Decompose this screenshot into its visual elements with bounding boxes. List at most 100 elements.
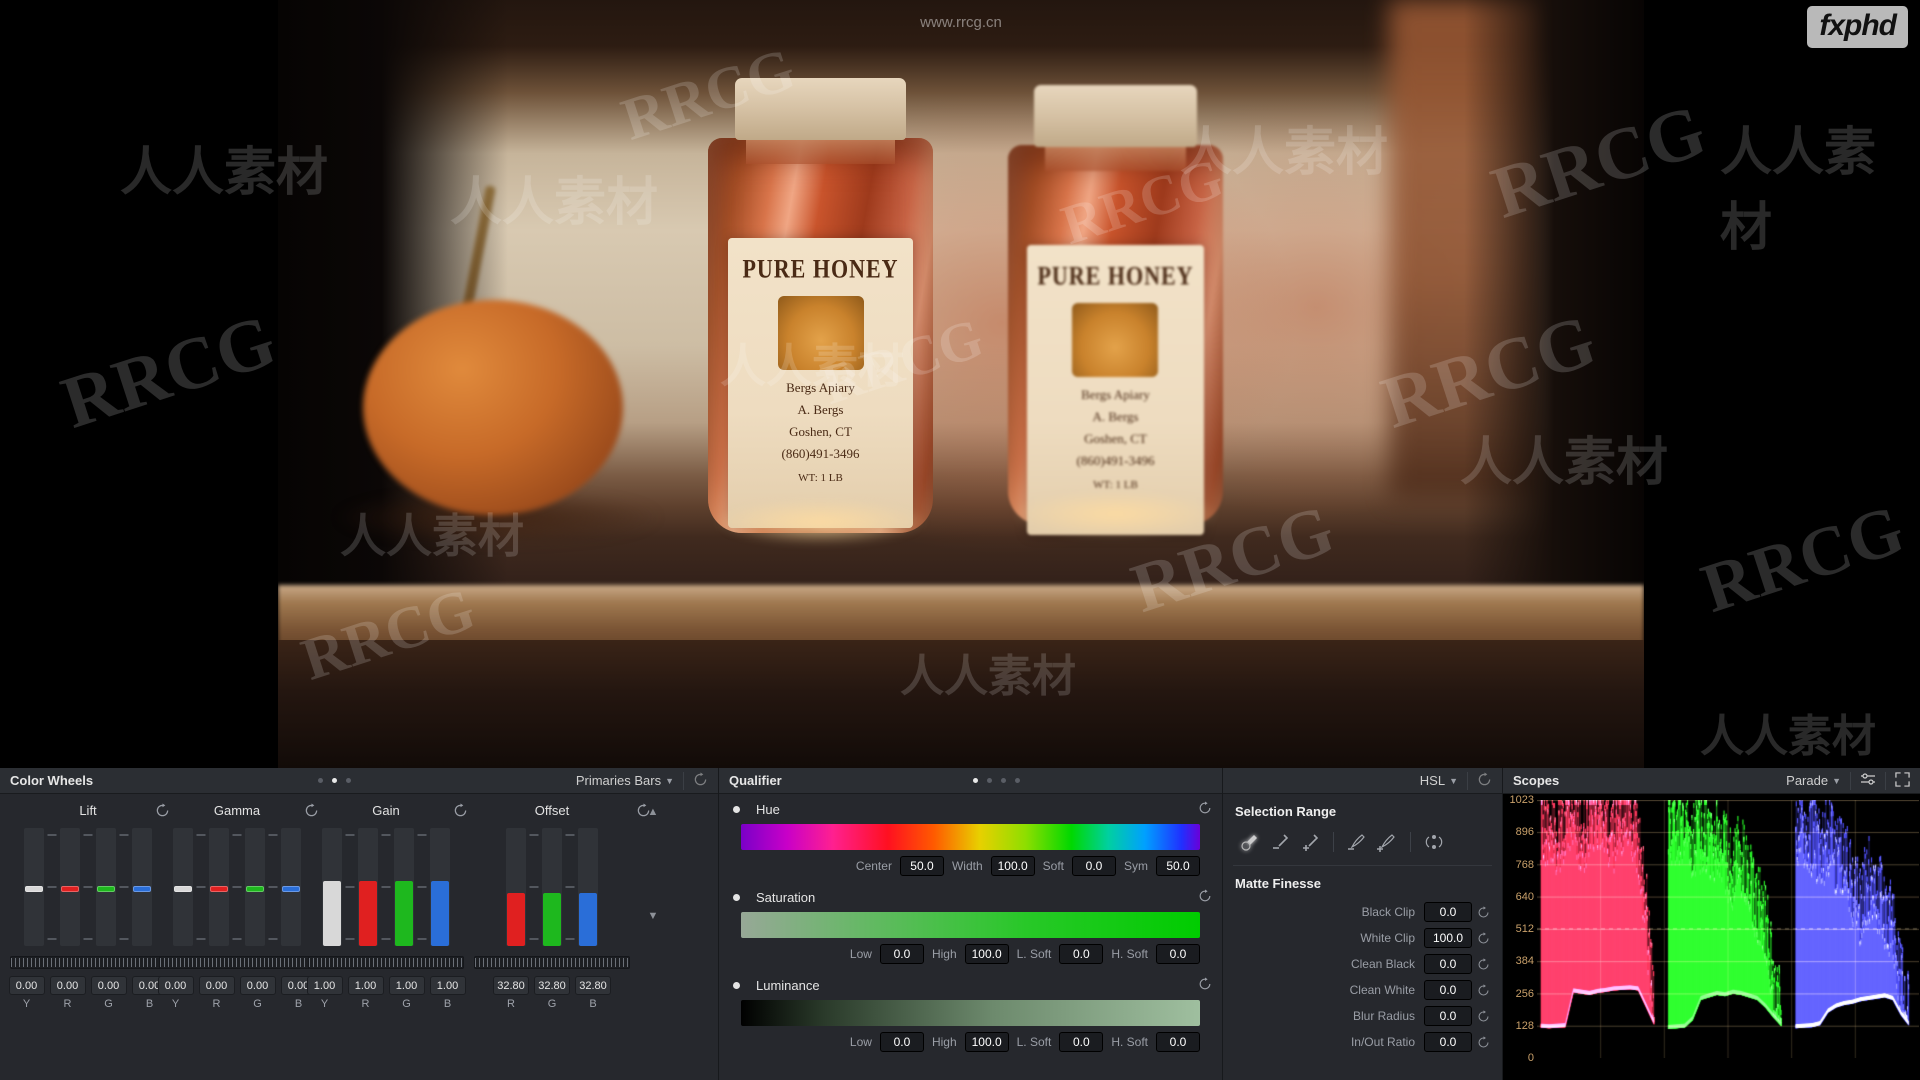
enable-dot-icon[interactable]	[733, 981, 740, 989]
eyedropper-plus-icon[interactable]	[1295, 829, 1325, 855]
field-value[interactable]: 100.0	[964, 1032, 1009, 1052]
page-dot[interactable]	[345, 778, 351, 783]
hue-gradient-slider[interactable]	[741, 824, 1200, 850]
brush-plus-icon[interactable]	[1372, 829, 1402, 855]
parade-scope-graph[interactable]: 1023 896 768 640 512 384 256 128 0	[1503, 794, 1920, 1080]
value-field[interactable]: 32.80	[575, 976, 611, 995]
bar-slider[interactable]	[358, 828, 378, 946]
field-value[interactable]: 0.0	[1072, 856, 1116, 876]
qualifier-page-dots[interactable]	[973, 778, 1021, 783]
matte-value[interactable]: 0.0	[1424, 902, 1472, 922]
invert-selection-icon[interactable]	[1419, 829, 1449, 855]
enable-dot-icon[interactable]	[733, 893, 740, 901]
reset-all-icon[interactable]	[693, 771, 708, 790]
field-value[interactable]: 0.0	[1059, 1032, 1104, 1052]
matte-value[interactable]: 0.0	[1424, 954, 1472, 974]
reset-icon[interactable]	[1198, 976, 1212, 994]
reset-icon[interactable]	[1472, 983, 1494, 997]
primaries-bars-selector[interactable]: Primaries Bars ▼	[576, 773, 674, 788]
qualifier-row-luminance[interactable]: Luminance	[719, 970, 1222, 1000]
color-wheels-panel: Color Wheels Primaries Bars ▼ Lift 0.00 0.…	[0, 768, 718, 1080]
chevron-up-icon[interactable]: ▲	[648, 806, 659, 818]
bar-slider[interactable]	[209, 828, 229, 946]
reset-icon[interactable]	[1472, 905, 1494, 919]
field-value[interactable]: 50.0	[1156, 856, 1200, 876]
value-field[interactable]: 0.00	[49, 976, 86, 995]
color-wheels-page-dots[interactable]	[317, 778, 351, 783]
saturation-gradient-slider[interactable]	[741, 912, 1200, 938]
master-slider[interactable]	[10, 956, 166, 969]
qualifier-row-hue[interactable]: Hue	[719, 794, 1222, 824]
value-field[interactable]: 0.00	[8, 976, 45, 995]
brush-minus-icon[interactable]	[1342, 829, 1372, 855]
field-value[interactable]: 50.0	[899, 856, 944, 876]
value-field[interactable]: 1.00	[347, 976, 384, 995]
field-value[interactable]: 0.0	[879, 944, 924, 964]
value-field[interactable]: 32.80	[493, 976, 529, 995]
page-dot[interactable]	[317, 778, 323, 783]
matte-value[interactable]: 100.0	[1424, 928, 1472, 948]
master-slider[interactable]	[159, 956, 315, 969]
master-slider[interactable]	[308, 956, 464, 969]
value-field[interactable]: 1.00	[306, 976, 343, 995]
value-field[interactable]: 0.00	[157, 976, 194, 995]
bar-slider[interactable]	[542, 828, 562, 946]
value-field[interactable]: 32.80	[534, 976, 570, 995]
matte-value[interactable]: 0.0	[1424, 1032, 1472, 1052]
luminance-gradient-slider[interactable]	[741, 1000, 1200, 1026]
value-field[interactable]: 1.00	[388, 976, 425, 995]
field-value[interactable]: 100.0	[964, 944, 1009, 964]
matte-value[interactable]: 0.0	[1424, 980, 1472, 1000]
master-slider[interactable]	[474, 956, 630, 969]
scope-tick-label: 128	[1515, 1019, 1534, 1032]
matte-value[interactable]: 0.0	[1424, 1006, 1472, 1026]
eyedropper-minus-icon[interactable]	[1265, 829, 1295, 855]
offset-arrows[interactable]: ▲ ▼	[645, 806, 661, 922]
field-value[interactable]: 0.0	[1059, 944, 1104, 964]
label-line3: Goshen, CT	[789, 424, 852, 439]
field-value[interactable]: 0.0	[1156, 1032, 1200, 1052]
page-dot[interactable]	[331, 778, 337, 783]
value-field[interactable]: 0.00	[239, 976, 276, 995]
field-value[interactable]: 0.0	[879, 1032, 924, 1052]
value-field[interactable]: 0.00	[90, 976, 127, 995]
bar-slider[interactable]	[578, 828, 598, 946]
field-value[interactable]: 100.0	[990, 856, 1035, 876]
bar-slider[interactable]	[394, 828, 414, 946]
bar-slider[interactable]	[506, 828, 526, 946]
eyedropper-icon[interactable]	[1235, 829, 1265, 855]
page-dot[interactable]	[973, 778, 979, 783]
bar-slider[interactable]	[24, 828, 44, 946]
bar-slider[interactable]	[245, 828, 265, 946]
scope-settings-icon[interactable]	[1860, 772, 1876, 789]
reset-icon[interactable]	[1472, 1035, 1494, 1049]
bar-slider[interactable]	[173, 828, 193, 946]
tick-marks	[381, 828, 391, 946]
reset-icon[interactable]	[1472, 957, 1494, 971]
scope-mode-selector[interactable]: Parade ▼	[1786, 773, 1841, 788]
reset-icon[interactable]	[1198, 800, 1212, 818]
page-dot[interactable]	[1001, 778, 1007, 783]
enable-dot-icon[interactable]	[733, 805, 740, 813]
reset-qualifier-icon[interactable]	[1477, 771, 1492, 790]
qualifier-body[interactable]: Hue Center 50.0 Width 100.0 Soft 0.0 Sym 50.0 Sat…	[719, 794, 1222, 1080]
bar-slider[interactable]	[60, 828, 80, 946]
color-wheels-body[interactable]: Lift 0.00 0.00 0.00 0.00 Y R G B Gamma 0.00 0.00 0.0…	[0, 794, 718, 1080]
page-dot[interactable]	[1015, 778, 1021, 783]
field-value[interactable]: 0.0	[1156, 944, 1200, 964]
value-field[interactable]: 0.00	[198, 976, 235, 995]
chevron-down-icon[interactable]: ▼	[648, 910, 659, 922]
bar-sliders[interactable]	[447, 828, 657, 946]
reset-icon[interactable]	[1472, 1009, 1494, 1023]
qualifier-row-saturation[interactable]: Saturation	[719, 882, 1222, 912]
expand-icon[interactable]	[1895, 771, 1910, 790]
field-label: Width	[951, 859, 983, 873]
primaries-group-offset[interactable]: Offset ▲ ▼ 32.80 32.80 32.80 R G B	[447, 800, 658, 1010]
viewer-image[interactable]: PURE HONEY Bergs Apiary A. Bergs Goshen,…	[278, 0, 1644, 768]
page-dot[interactable]	[987, 778, 993, 783]
bar-slider[interactable]	[322, 828, 342, 946]
reset-icon[interactable]	[1472, 931, 1494, 945]
reset-icon[interactable]	[1198, 888, 1212, 906]
bar-slider[interactable]	[96, 828, 116, 946]
hsl-mode-selector[interactable]: HSL ▼	[1420, 773, 1458, 788]
